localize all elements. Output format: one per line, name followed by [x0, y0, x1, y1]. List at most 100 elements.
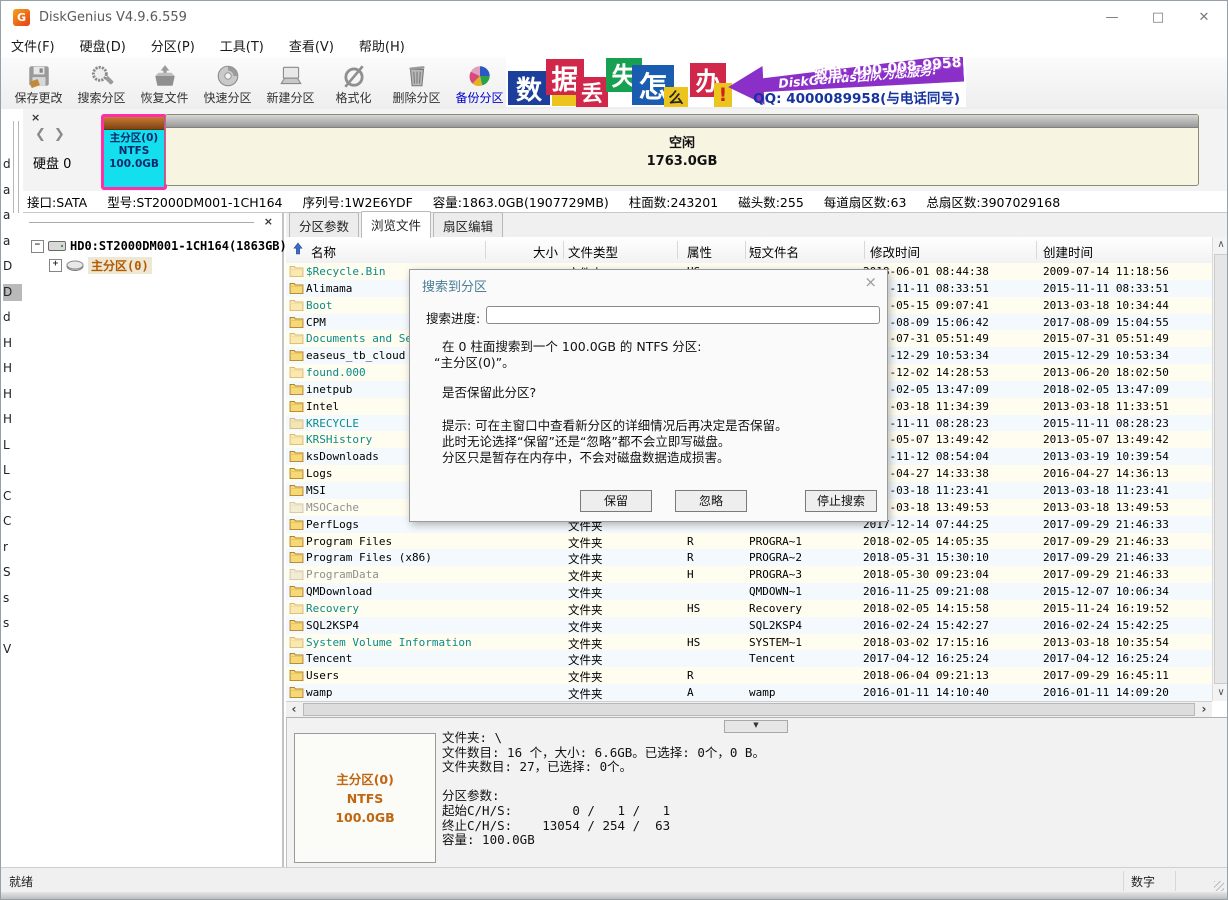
quick-partition-icon [214, 61, 242, 91]
collapse-expander-icon[interactable]: − [31, 240, 44, 253]
tree-node-partition[interactable]: + 主分区(0) [49, 257, 152, 274]
table-row[interactable]: SQL2KSP4文件夹SQL2KSP42016-02-24 15:42:2720… [286, 617, 1212, 634]
tab-browse-files[interactable]: 浏览文件 [361, 211, 431, 238]
delete-icon [403, 61, 431, 91]
ad-banner[interactable]: 数据丢失怎么办! DiskGenius团队为您服务! 致电: 400-008-9… [506, 57, 966, 107]
created-time: 2017-09-29 21:46:33 [1043, 568, 1169, 581]
column-separator[interactable] [864, 241, 865, 259]
dialog-close-icon[interactable]: × [864, 273, 877, 291]
free-space-block[interactable]: 空闲 1763.0GB [165, 114, 1199, 186]
tree-node-partition-label: 主分区(0) [88, 257, 152, 274]
menu-item[interactable]: 帮助(H) [349, 34, 415, 57]
new-partition-icon [277, 61, 305, 91]
file-name: inetpub [306, 383, 352, 396]
column-header[interactable]: 属性 [687, 242, 712, 261]
table-row[interactable]: Tencent文件夹Tencent2017-04-12 16:25:242017… [286, 650, 1212, 667]
expand-expander-icon[interactable]: + [49, 259, 62, 272]
hard-disk-icon [48, 240, 66, 252]
scroll-left-icon[interactable]: ‹ [286, 702, 302, 717]
disk-info-item: 总扇区数:3907029168 [926, 192, 1060, 211]
table-row[interactable]: Program Files文件夹RPROGRA~12018-02-05 14:0… [286, 533, 1212, 550]
search-icon [88, 61, 116, 91]
close-button[interactable]: ✕ [1181, 2, 1227, 33]
toolbar-button-quick-partition[interactable]: 快速分区 [196, 57, 259, 107]
keep-button[interactable]: 保留 [580, 490, 652, 512]
toolbar-button-delete[interactable]: 删除分区 [385, 57, 448, 107]
toolbar-button-backup[interactable]: 备份分区 [448, 57, 511, 107]
menu-item[interactable]: 查看(V) [279, 34, 344, 57]
toolbar-button-new-partition[interactable]: 新建分区 [259, 57, 322, 107]
table-row[interactable]: wamp文件夹Awamp2016-01-11 14:10:402016-01-1… [286, 684, 1212, 701]
toolbar-button-save[interactable]: 保存更改 [7, 57, 70, 107]
disk-label: 硬盘 0 [33, 153, 71, 172]
file-name: Tencent [306, 652, 352, 665]
sort-ascending-icon[interactable] [293, 242, 303, 258]
column-separator[interactable] [745, 241, 746, 259]
column-separator[interactable] [485, 241, 486, 259]
tree-node-disk[interactable]: − HD0:ST2000DM001-1CH164(1863GB) [31, 239, 287, 253]
search-progress-bar [486, 306, 880, 324]
stop-search-button[interactable]: 停止搜索 [805, 490, 877, 512]
folder-icon [289, 619, 304, 631]
menu-item[interactable]: 文件(F) [1, 34, 65, 57]
vertical-scrollbar[interactable]: ∧ ∨ [1212, 237, 1228, 701]
table-row[interactable]: ProgramData文件夹HPROGRA~32018-05-30 09:23:… [286, 566, 1212, 583]
tree-panel-close-icon[interactable]: × [264, 215, 273, 228]
folder-icon [289, 535, 304, 547]
table-row[interactable]: Program Files (x86)文件夹RPROGRA~22018-05-3… [286, 549, 1212, 566]
file-name: Recovery [306, 602, 359, 615]
column-header[interactable]: 短文件名 [749, 242, 799, 261]
selected-partition-fs: NTFS [295, 789, 435, 808]
file-type: 文件夹 [568, 585, 603, 601]
toolbar-button-recover[interactable]: 恢复文件 [133, 57, 196, 107]
column-separator[interactable] [677, 241, 678, 259]
short-file-name: PROGRA~2 [749, 551, 802, 564]
scroll-right-icon[interactable]: › [1196, 702, 1212, 717]
tab-partition-params[interactable]: 分区参数 [289, 212, 359, 237]
minimize-button[interactable]: — [1089, 2, 1135, 33]
clipped-list-letter: H [3, 386, 22, 403]
column-separator[interactable] [1036, 241, 1037, 259]
menu-item[interactable]: 工具(T) [210, 34, 274, 57]
created-time: 2016-04-27 14:36:13 [1043, 467, 1169, 480]
file-name: QMDownload [306, 585, 372, 598]
title-bar: G DiskGenius V4.9.6.559 — □ ✕ [1, 1, 1227, 33]
table-row[interactable]: System Volume Information文件夹HSSYSTEM~120… [286, 634, 1212, 651]
next-disk-button[interactable]: ❯ [54, 127, 73, 142]
ignore-button[interactable]: 忽略 [675, 490, 747, 512]
column-header[interactable]: 大小 [485, 242, 563, 261]
file-name: Program Files [306, 535, 392, 548]
format-icon [340, 61, 368, 91]
maximize-button[interactable]: □ [1135, 2, 1181, 33]
column-header[interactable]: 名称 [311, 242, 336, 261]
table-row[interactable]: Recovery文件夹HSRecovery2018-02-05 14:15:58… [286, 600, 1212, 617]
modified-time: 2018-02-05 14:15:58 [863, 602, 989, 615]
scroll-up-icon[interactable]: ∧ [1213, 237, 1228, 253]
tab-sector-edit[interactable]: 扇区编辑 [433, 212, 503, 237]
prev-disk-button[interactable]: ❮ [35, 127, 54, 142]
column-header[interactable]: 修改时间 [870, 242, 920, 261]
column-header[interactable]: 创建时间 [1043, 242, 1093, 261]
horizontal-scrollbar[interactable]: ‹ › [286, 701, 1212, 717]
banner-collage-block: 么 [664, 87, 688, 107]
toolbar-button-label: 删除分区 [392, 91, 440, 105]
menu-item[interactable]: 硬盘(D) [70, 34, 136, 57]
dialog-title: 搜索到分区 [422, 276, 487, 295]
scroll-down-icon[interactable]: ∨ [1213, 685, 1228, 701]
file-name: Users [306, 669, 339, 682]
clipped-list-letter: a [3, 207, 22, 224]
menu-item[interactable]: 分区(P) [141, 34, 205, 57]
column-header[interactable]: 文件类型 [568, 242, 618, 261]
column-separator[interactable] [563, 241, 564, 259]
partition-block-primary[interactable]: 主分区(0) NTFS 100.0GB [101, 114, 167, 190]
panel-close-icon[interactable]: × [31, 111, 40, 124]
horizontal-scroll-thumb[interactable] [303, 703, 1195, 716]
table-row[interactable]: QMDownload文件夹QMDOWN~12016-11-25 09:21:08… [286, 583, 1212, 600]
resize-grip[interactable] [1214, 881, 1224, 891]
toolbar-button-format[interactable]: 格式化 [322, 57, 385, 107]
vertical-scroll-thumb[interactable] [1214, 254, 1228, 684]
selected-partition-box: 主分区(0) NTFS 100.0GB [294, 733, 436, 863]
table-row[interactable]: Users文件夹R2018-06-04 09:21:132017-09-29 1… [286, 667, 1212, 684]
toolbar-button-search[interactable]: 搜索分区 [70, 57, 133, 107]
folder-icon [289, 518, 304, 530]
